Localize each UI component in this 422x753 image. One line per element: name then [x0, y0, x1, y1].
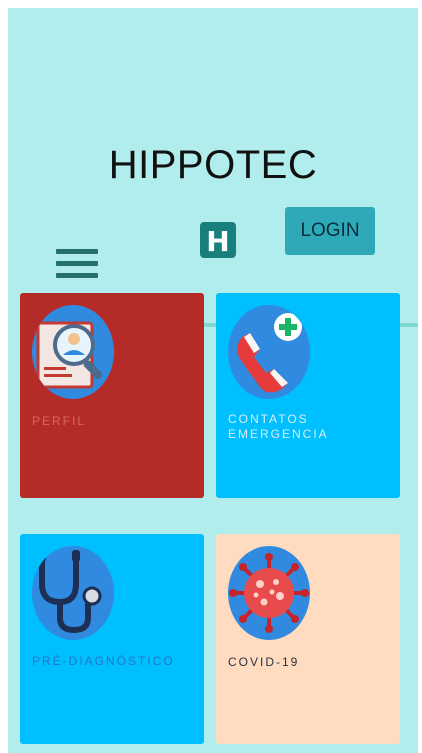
profile-search-icon: [32, 305, 114, 399]
card-label: PERFIL: [32, 414, 87, 428]
app-title: HIPPOTEC: [108, 143, 318, 187]
virus-icon: [228, 546, 310, 640]
card-pre-diagnostico[interactable]: PRÉ-DIAGNÓSTICO: [20, 534, 204, 744]
stethoscope-icon: [32, 546, 114, 640]
card-covid-19[interactable]: COVID-19: [216, 534, 400, 744]
card-contatos-emergencia[interactable]: CONTATOS EMERGENCIA: [216, 293, 400, 498]
emergency-phone-icon: [228, 305, 310, 399]
hospital-logo-icon: H: [200, 222, 236, 258]
login-button[interactable]: LOGIN: [285, 207, 375, 255]
card-label: CONTATOS EMERGENCIA: [228, 412, 329, 441]
card-label: COVID-19: [228, 655, 300, 669]
app-screen: HIPPOTEC H LOGIN PERFIL CONTATOS EMERGEN…: [8, 0, 418, 753]
top-border: [8, 0, 418, 8]
card-perfil[interactable]: PERFIL: [20, 293, 204, 498]
card-label: PRÉ-DIAGNÓSTICO: [32, 654, 175, 668]
hamburger-menu-icon[interactable]: [56, 245, 98, 283]
logo-letter: H: [206, 225, 229, 258]
